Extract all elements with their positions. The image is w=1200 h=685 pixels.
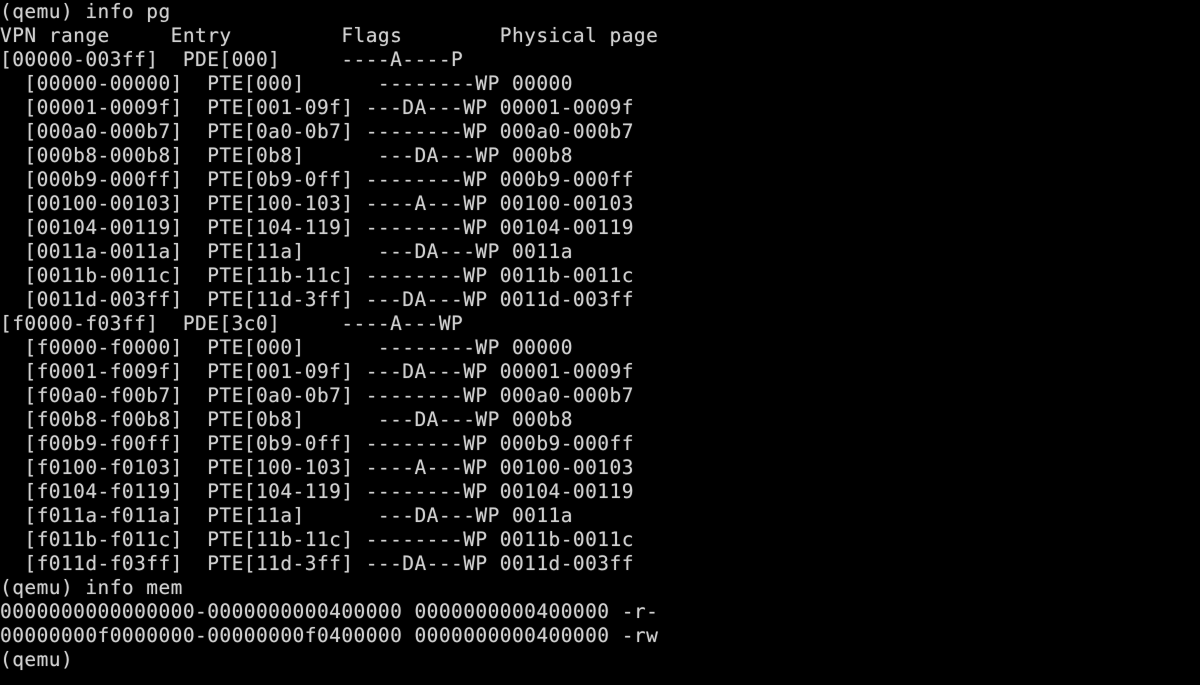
pte-row: [f00a0-f00b7] PTE[0a0-0b7] --------WP 00…: [0, 384, 634, 407]
pte-row: [0011d-003ff] PTE[11d-3ff] ---DA---WP 00…: [0, 288, 634, 311]
pte-row: [f011a-f011a] PTE[11a] ---DA---WP 0011a: [0, 504, 573, 527]
pte-row: [f0100-f0103] PTE[100-103] ----A---WP 00…: [0, 456, 634, 479]
pte-row: [000b9-000ff] PTE[0b9-0ff] --------WP 00…: [0, 168, 634, 191]
prompt-command-info-pg: (qemu) info pg: [0, 0, 171, 23]
mem-mapping-row: 00000000f0000000-00000000f0400000 000000…: [0, 624, 659, 647]
pte-row: [f0001-f009f] PTE[001-09f] ---DA---WP 00…: [0, 360, 634, 383]
pte-row: [000a0-000b7] PTE[0a0-0b7] --------WP 00…: [0, 120, 634, 143]
prompt-command-info-mem: (qemu) info mem: [0, 576, 183, 599]
pte-row: [f0000-f0000] PTE[000] --------WP 00000: [0, 336, 573, 359]
pte-row: [00001-0009f] PTE[001-09f] ---DA---WP 00…: [0, 96, 634, 119]
pte-row: [f0104-f0119] PTE[104-119] --------WP 00…: [0, 480, 634, 503]
pte-row: [f011b-f011c] PTE[11b-11c] --------WP 00…: [0, 528, 634, 551]
pde-row: [00000-003ff] PDE[000] ----A----P: [0, 48, 464, 71]
pte-row: [0011b-0011c] PTE[11b-11c] --------WP 00…: [0, 264, 634, 287]
pte-row: [000b8-000b8] PTE[0b8] ---DA---WP 000b8: [0, 144, 573, 167]
pte-row: [f00b8-f00b8] PTE[0b8] ---DA---WP 000b8: [0, 408, 573, 431]
command-prompt[interactable]: (qemu): [0, 648, 1200, 672]
pte-row: [0011a-0011a] PTE[11a] ---DA---WP 0011a: [0, 240, 573, 263]
pte-row: [f011d-f03ff] PTE[11d-3ff] ---DA---WP 00…: [0, 552, 634, 575]
pte-row: [00100-00103] PTE[100-103] ----A---WP 00…: [0, 192, 634, 215]
pde-row: [f0000-f03ff] PDE[3c0] ----A---WP: [0, 312, 464, 335]
pte-row: [f00b9-f00ff] PTE[0b9-0ff] --------WP 00…: [0, 432, 634, 455]
qemu-monitor-console[interactable]: (qemu) info pg VPN range Entry Flags Phy…: [0, 0, 1200, 685]
mem-mapping-row: 0000000000000000-0000000000400000 000000…: [0, 600, 659, 623]
pte-row: [00104-00119] PTE[104-119] --------WP 00…: [0, 216, 634, 239]
page-table-header: VPN range Entry Flags Physical page: [0, 24, 659, 47]
pte-row: [00000-00000] PTE[000] --------WP 00000: [0, 72, 573, 95]
